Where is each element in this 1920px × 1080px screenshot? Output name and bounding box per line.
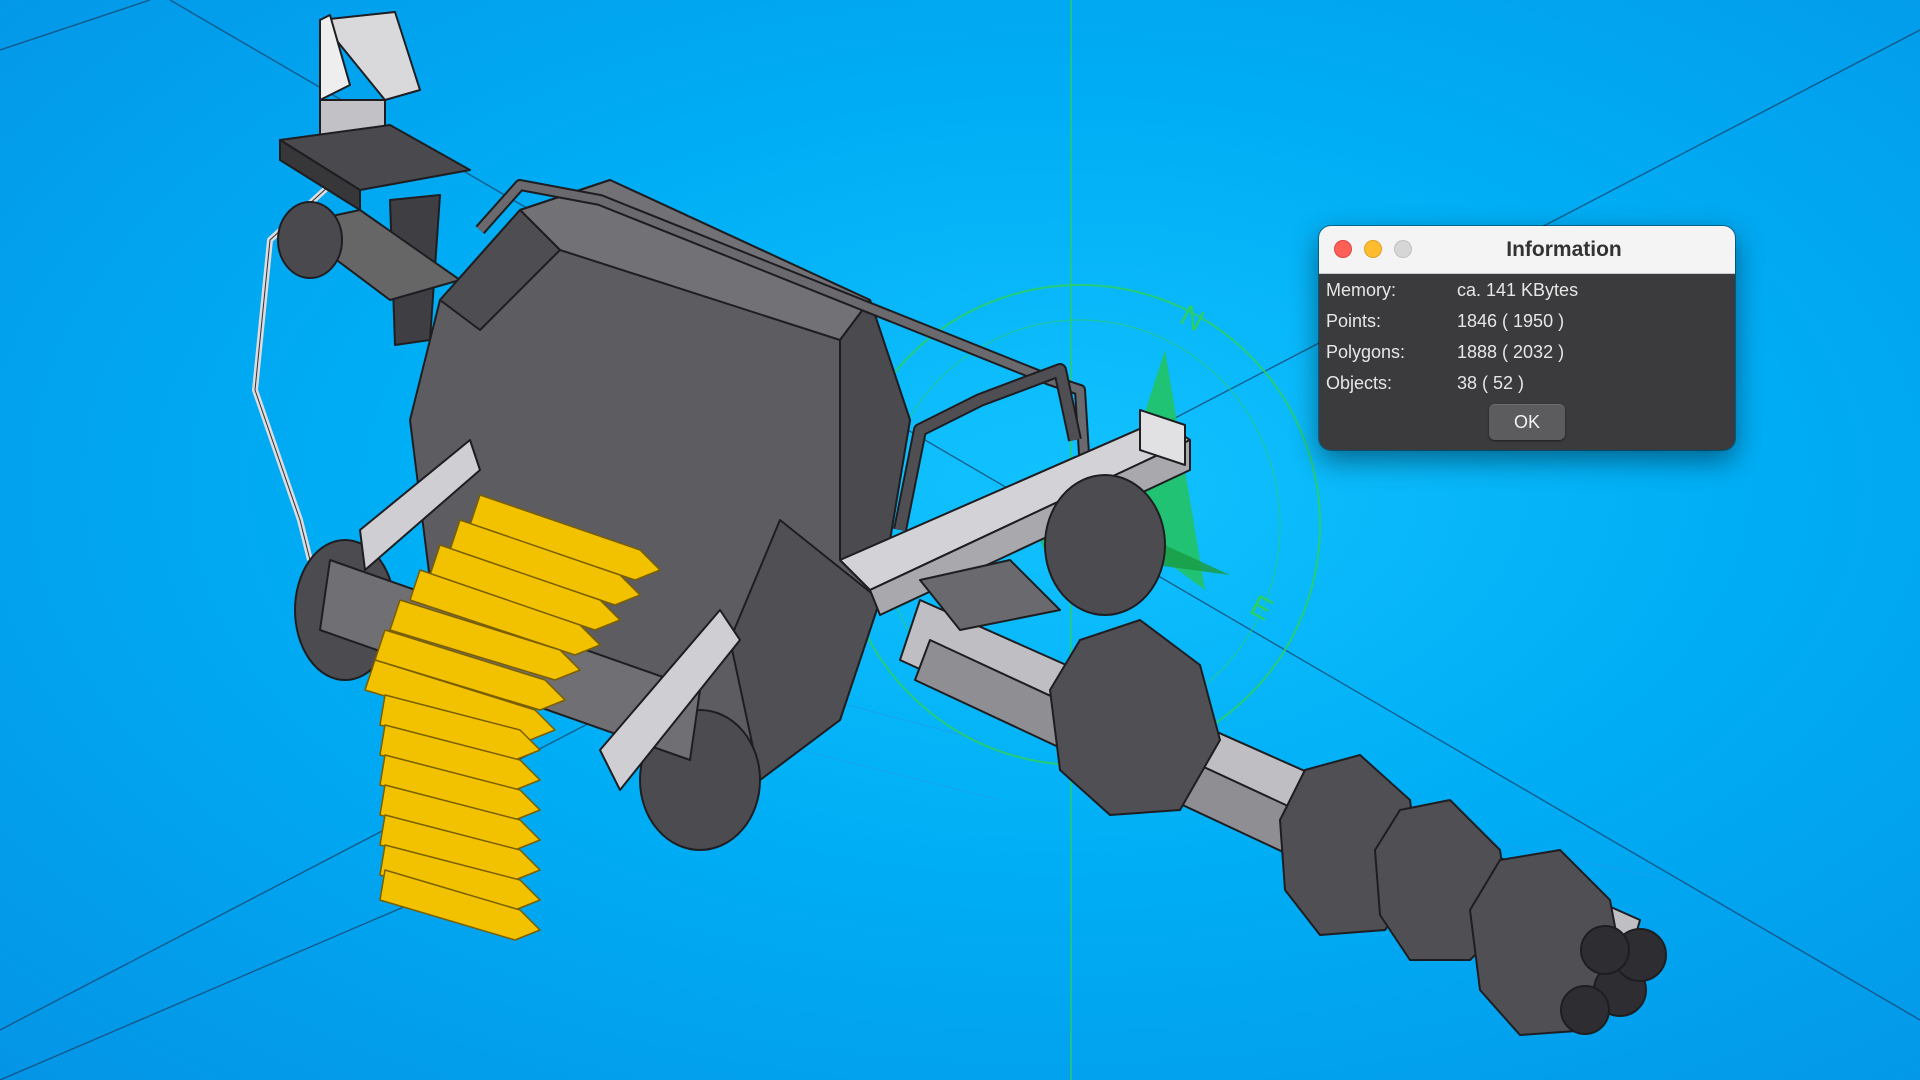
viewport-scene: N E — [0, 0, 1920, 1080]
points-value: 1846 ( 1950 ) — [1457, 311, 1565, 331]
polygons-row: Polygons: 1888 ( 2032 ) — [1319, 342, 1735, 370]
polygons-value: 1888 ( 2032 ) — [1457, 342, 1565, 362]
memory-value: ca. 141 KBytes — [1457, 280, 1579, 300]
memory-row: Memory: ca. 141 KBytes — [1319, 280, 1735, 308]
compass-north-label: N — [1175, 299, 1210, 338]
objects-row: Objects: 38 ( 52 ) — [1319, 373, 1735, 401]
objects-label: Objects: — [1326, 373, 1393, 393]
dialog-title: Information — [1506, 238, 1622, 261]
minigun-model-icon[interactable] — [252, 11, 1667, 1036]
points-label: Points: — [1326, 311, 1382, 331]
compass-east-label: E — [1245, 589, 1278, 628]
dialog-titlebar[interactable]: Information — [1319, 226, 1735, 274]
information-dialog: Information Memory: ca. 141 KBytes Point… — [1319, 226, 1735, 450]
points-row: Points: 1846 ( 1950 ) — [1319, 311, 1735, 339]
objects-value: 38 ( 52 ) — [1457, 373, 1525, 393]
polygons-label: Polygons: — [1326, 342, 1406, 362]
ok-button[interactable]: OK — [1489, 404, 1565, 440]
3d-viewport[interactable]: N E — [0, 0, 1920, 1080]
memory-label: Memory: — [1326, 280, 1397, 300]
